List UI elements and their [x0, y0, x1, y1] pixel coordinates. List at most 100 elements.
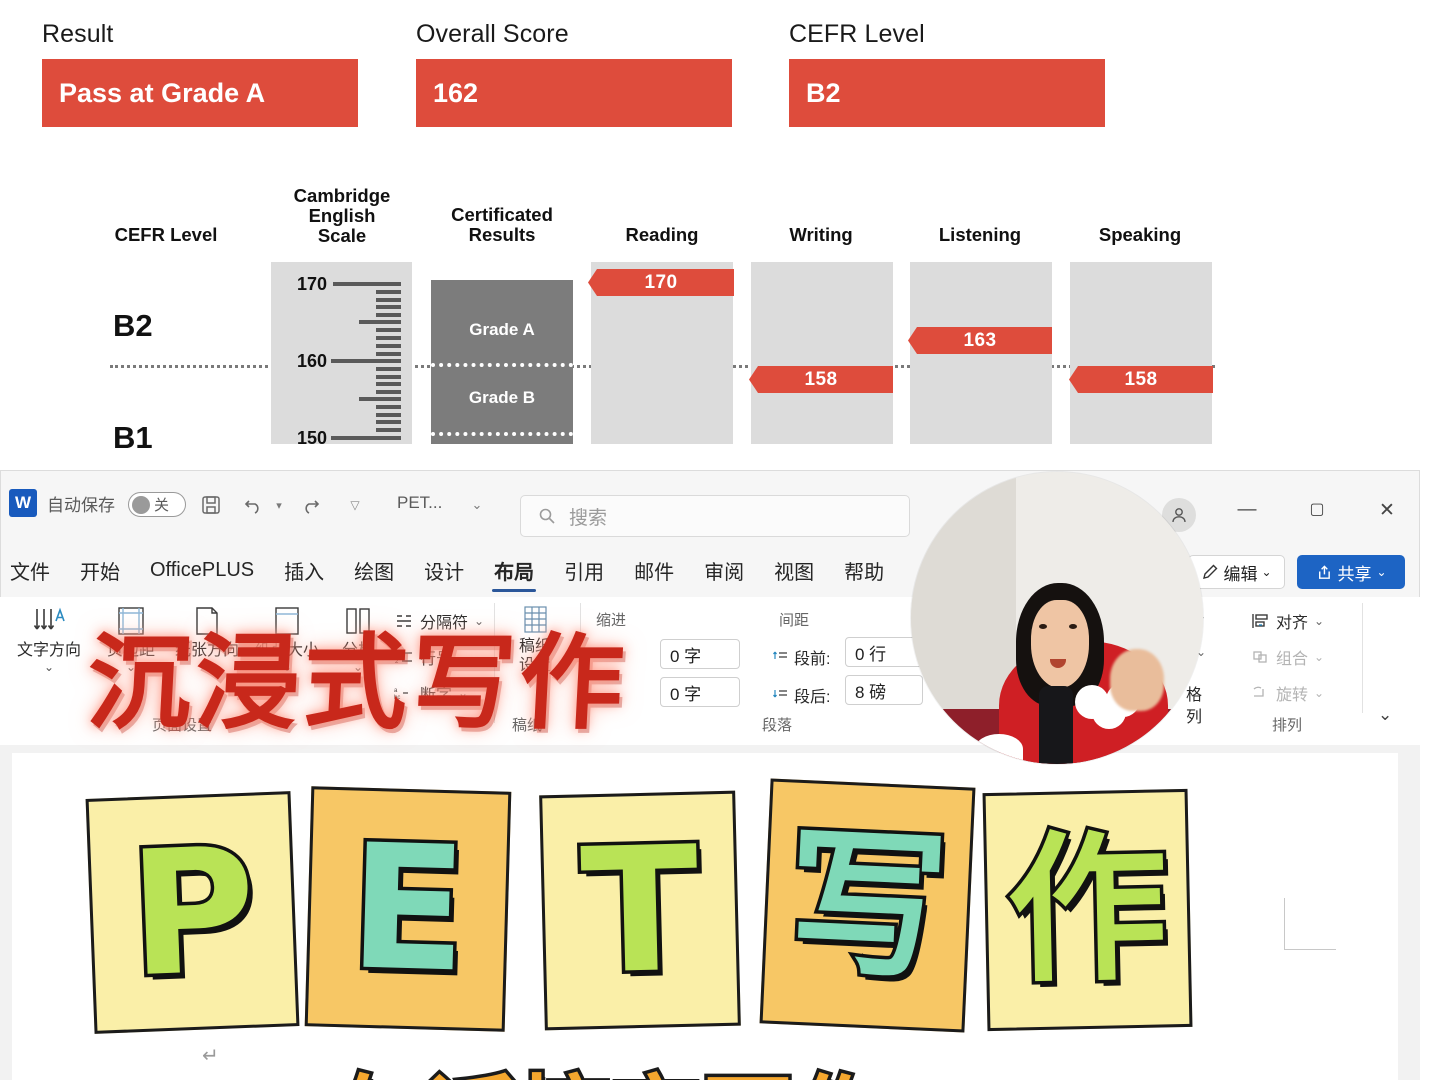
- scale-rule-170: [333, 282, 401, 286]
- ribbon-rotate[interactable]: 旋转 ⌄: [1250, 681, 1324, 705]
- summary-card-result: Result Pass at Grade A: [42, 20, 358, 127]
- tab-home[interactable]: 开始: [78, 554, 122, 592]
- autosave-toggle[interactable]: 关: [128, 492, 186, 517]
- webcam-presenter-eye-right: [1068, 623, 1077, 629]
- file-dropdown-icon[interactable]: ⌄: [463, 491, 491, 519]
- arrange-group-label: 排列: [1272, 717, 1303, 734]
- scale-tick-150: 150: [296, 428, 327, 448]
- column-header-cefr: CEFR Level: [114, 224, 218, 245]
- tab-references[interactable]: 引用: [562, 554, 606, 592]
- title-tile-t: T: [539, 790, 741, 1031]
- chevron-down-icon[interactable]: ⌄: [1314, 686, 1324, 700]
- grade-b-label: Grade B: [468, 388, 536, 407]
- ribbon-align[interactable]: 对齐 ⌄: [1250, 609, 1324, 633]
- webcam-flower-accent: [975, 734, 1024, 764]
- tab-insert[interactable]: 插入: [282, 554, 326, 592]
- title-tile-char: E: [343, 803, 473, 1014]
- summary-label: Overall Score: [416, 20, 569, 48]
- tab-view[interactable]: 视图: [772, 554, 816, 592]
- summary-label: Result: [42, 20, 114, 48]
- certificated-results-band: Grade A Grade B: [431, 280, 573, 444]
- webcam-bubble: [911, 472, 1203, 764]
- rotate-icon: [1253, 686, 1264, 697]
- ribbon-divider: [1362, 603, 1363, 713]
- overlay-title-text: 沉浸式写作: [84, 622, 631, 744]
- scale-minor-tick: [376, 436, 401, 440]
- writing-band: [751, 262, 893, 444]
- listening-score-value: 163: [963, 329, 997, 351]
- customize-qat-icon[interactable]: ▽: [341, 491, 369, 519]
- chevron-down-icon[interactable]: ⌄: [6, 660, 92, 674]
- writing-score-bar: 158: [749, 366, 893, 393]
- ribbon-tabs: 文件 开始 OfficePLUS 插入 绘图 设计 布局 引用 邮件 审阅 视图…: [0, 551, 886, 595]
- scale-rule-160: [331, 359, 401, 363]
- scale-tick-170: 170: [296, 274, 327, 294]
- scale-minor-tick: [376, 298, 401, 302]
- cefr-level-b2: B2: [113, 308, 153, 343]
- screen-root: Result Pass at Grade A Overall Score 162…: [0, 0, 1443, 1080]
- maximize-button[interactable]: ▢: [1303, 499, 1331, 519]
- tab-help[interactable]: 帮助: [842, 554, 886, 592]
- tab-mailings[interactable]: 邮件: [632, 554, 676, 592]
- summary-value: 162: [433, 77, 479, 108]
- speaking-band: [1070, 262, 1212, 444]
- scale-minor-tick: [376, 344, 401, 348]
- redo-icon[interactable]: [297, 491, 325, 519]
- indent-right-field[interactable]: 0 字: [660, 677, 740, 707]
- document-subtitle: 5句话搞定写作: [266, 1045, 889, 1080]
- webcam-presenter-face: [1030, 600, 1090, 689]
- ribbon-text-direction[interactable]: 文字方向 ⌄: [6, 605, 92, 674]
- column-header-writing: Writing: [789, 224, 853, 245]
- undo-icon[interactable]: [239, 491, 267, 519]
- minimize-button[interactable]: —: [1233, 499, 1261, 521]
- document-area[interactable]: ↵ P E T 写 作 5句话搞定写作: [0, 745, 1420, 1080]
- space-before-label-row: 段前:: [772, 645, 830, 669]
- scale-minor-tick: [376, 328, 401, 332]
- group-icon: [1253, 651, 1267, 663]
- space-after-label-row: 段后:: [772, 683, 830, 707]
- tab-layout[interactable]: 布局: [492, 554, 537, 592]
- summary-card-overall-score: Overall Score 162: [416, 20, 732, 127]
- share-icon: [1319, 564, 1331, 579]
- title-tile-char: P: [122, 806, 263, 1019]
- ribbon-collapse-chevron-down-icon[interactable]: ⌄: [1378, 705, 1392, 725]
- undo-dropdown-icon[interactable]: ▾: [265, 491, 293, 519]
- margin-corner-mark: [1284, 898, 1336, 950]
- tab-file[interactable]: 文件: [8, 554, 52, 592]
- scale-rule-165: [359, 320, 401, 324]
- document-page[interactable]: ↵ P E T 写 作 5句话搞定写作: [12, 753, 1398, 1080]
- paragraph-group-label: 段落: [762, 717, 793, 734]
- writing-score-value: 158: [804, 368, 838, 390]
- share-button[interactable]: 共享 ⌄: [1297, 555, 1405, 589]
- search-icon: [539, 508, 555, 524]
- share-chevron-down-icon[interactable]: ⌄: [1376, 565, 1386, 579]
- reading-score-bar: 170: [588, 269, 734, 296]
- save-icon[interactable]: [197, 491, 225, 519]
- scale-minor-tick: [376, 405, 401, 409]
- filename-label[interactable]: PET...: [397, 471, 442, 535]
- summary-value-box: B2: [789, 59, 1105, 127]
- scale-minor-tick: [376, 375, 401, 379]
- scale-tick-160: 160: [296, 351, 327, 371]
- tab-review[interactable]: 审阅: [702, 554, 746, 592]
- indent-left-field[interactable]: 0 字: [660, 639, 740, 669]
- chevron-down-icon[interactable]: ⌄: [1314, 650, 1324, 664]
- tab-officeplus[interactable]: OfficePLUS: [148, 557, 256, 589]
- search-input[interactable]: 搜索: [520, 495, 910, 537]
- chevron-down-icon[interactable]: ⌄: [1314, 614, 1324, 628]
- grade-a-label: Grade A: [469, 320, 535, 339]
- edit-chevron-down-icon[interactable]: ⌄: [1261, 565, 1271, 579]
- column-header-certificated: Certificated Results: [451, 204, 553, 245]
- scale-minor-tick: [376, 390, 401, 394]
- autosave-state: 关: [154, 497, 170, 514]
- title-tile-p: P: [85, 791, 300, 1034]
- summary-value-box: Pass at Grade A: [42, 59, 358, 127]
- close-button[interactable]: ✕: [1373, 499, 1401, 522]
- summary-card-cefr-level: CEFR Level B2: [789, 20, 1105, 127]
- scale-minor-tick: [376, 367, 401, 371]
- tab-design[interactable]: 设计: [422, 554, 466, 592]
- ribbon-group[interactable]: 组合 ⌄: [1250, 645, 1324, 669]
- toggle-knob: [132, 495, 150, 514]
- tab-draw[interactable]: 绘图: [352, 554, 396, 592]
- space-after-icon: [773, 690, 787, 698]
